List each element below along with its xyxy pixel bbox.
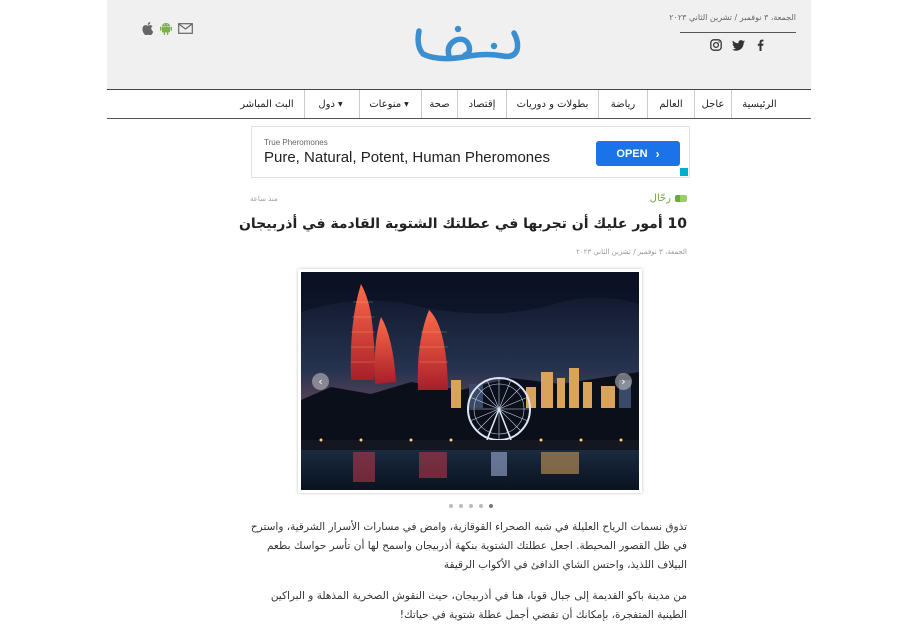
mail-icon[interactable]	[177, 21, 193, 35]
slider-dot[interactable]	[449, 504, 453, 508]
ad-choices-icon[interactable]	[680, 168, 688, 176]
nav-item-health[interactable]: صحة	[421, 90, 457, 118]
nav-item-live[interactable]: البث المباشر	[230, 90, 304, 118]
article-paragraph: تذوق نسمات الرياح العليلة في شبه الصحراء…	[250, 521, 687, 571]
source-logo-icon	[675, 195, 687, 202]
header-divider	[680, 32, 796, 33]
android-icon[interactable]	[159, 21, 173, 35]
nav-item-urgent[interactable]: عاجل	[694, 90, 731, 118]
header-date: الجمعة، ٣ نوفمبر / تشرين الثاني ٢٠٢٣	[669, 13, 796, 22]
nav-item-economy[interactable]: إقتصاد	[457, 90, 506, 118]
caret-down-icon: ▼	[404, 100, 409, 108]
slider-dots	[449, 504, 493, 508]
site-header: الجمعة، ٣ نوفمبر / تشرين الثاني ٢٠٢٣	[107, 0, 811, 89]
article-time-ago: منذ ساعة	[250, 195, 278, 203]
nav-item-label: عاجل	[701, 98, 725, 110]
apple-icon[interactable]	[140, 21, 154, 35]
nav-item-sports[interactable]: رياضة	[598, 90, 647, 118]
main-nav: الرئيسية عاجل العالم رياضة بطولات و دوري…	[107, 89, 811, 119]
nav-item-label: منوعات	[369, 98, 402, 110]
nav-item-world[interactable]: العالم	[647, 90, 694, 118]
nav-item-tournaments[interactable]: بطولات و دوريات	[506, 90, 598, 118]
site-logo[interactable]	[413, 22, 525, 62]
nav-item-label: رياضة	[610, 98, 636, 110]
nav-item-label: بطولات و دوريات	[516, 98, 589, 110]
article-title: 10 أمور عليك أن تجربها في عطلتك الشتوية …	[238, 216, 687, 232]
ad-advertiser: True Pheromones	[264, 138, 328, 147]
nav-item-countries[interactable]: دول ▼	[304, 90, 359, 118]
slider-dot[interactable]	[469, 504, 473, 508]
chevron-right-icon: ›	[621, 375, 626, 388]
image-slider[interactable]: ‹ ›	[298, 269, 642, 493]
article-paragraph: من مدينة باكو القديمة إلى جبال قوبا، هنا…	[270, 590, 687, 621]
nav-item-label: صحة	[429, 98, 450, 110]
slider-dot-active[interactable]	[489, 504, 493, 508]
nav-item-home[interactable]: الرئيسية	[731, 90, 787, 118]
ad-banner[interactable]: True Pheromones Pure, Natural, Potent, H…	[251, 126, 690, 178]
twitter-icon[interactable]	[731, 38, 745, 52]
nav-item-label: الرئيسية	[742, 98, 777, 110]
nav-item-label: البث المباشر	[240, 98, 294, 110]
facebook-icon[interactable]	[754, 38, 766, 52]
chevron-right-icon: ›	[655, 146, 660, 161]
slider-dot[interactable]	[479, 504, 483, 508]
slider-dot[interactable]	[459, 504, 463, 508]
slider-next-arrow[interactable]: ›	[615, 373, 632, 390]
page: الجمعة، ٣ نوفمبر / تشرين الثاني ٢٠٢٣ الر…	[107, 0, 811, 630]
baku-night-photo	[301, 272, 639, 490]
source-name: رحّال	[649, 193, 671, 204]
nav-item-label: إقتصاد	[468, 98, 496, 110]
nav-item-misc[interactable]: منوعات ▼	[359, 90, 421, 118]
nav-item-label: العالم	[659, 98, 683, 110]
ad-open-label: OPEN	[616, 147, 648, 160]
ad-open-button[interactable]: OPEN ›	[596, 141, 680, 166]
chevron-left-icon: ‹	[318, 375, 323, 388]
ad-headline[interactable]: Pure, Natural, Potent, Human Pheromones	[264, 149, 550, 166]
nav-item-label: دول	[318, 98, 335, 110]
slider-prev-arrow[interactable]: ‹	[312, 373, 329, 390]
article-date: الجمعة، ٣ نوفمبر / تشرين الثاني ٢٠٢٣	[576, 248, 687, 256]
instagram-icon[interactable]	[709, 38, 723, 52]
article-source[interactable]: رحّال	[650, 193, 687, 204]
caret-down-icon: ▼	[337, 100, 343, 108]
